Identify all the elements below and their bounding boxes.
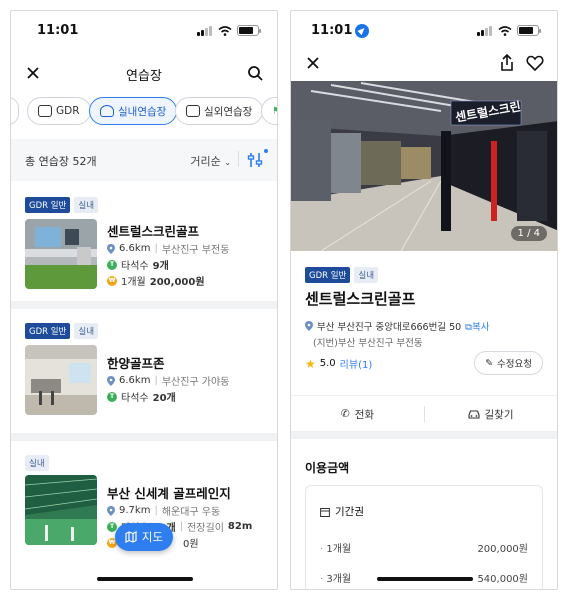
tee-icon: T xyxy=(107,391,117,402)
indoor-badge: 실내 xyxy=(74,323,99,339)
edit-request-button[interactable]: ✎ 수정요청 xyxy=(474,351,543,375)
list-item[interactable]: GDR 일반 실내 센트럴스크린골프 6.6km | 부산진구 부전동 T 타석수 9… xyxy=(11,181,277,301)
chip-partial[interactable] xyxy=(11,97,19,125)
sort-dropdown[interactable]: 거리순 ⌄ xyxy=(190,153,231,169)
phone-icon: ✆ xyxy=(340,408,350,420)
list-screen: 11:01 연습장 GDR 실내연습장 실외연습장 ⚑ 총 연습장 52개 xyxy=(10,10,278,590)
share-icon[interactable] xyxy=(497,53,517,73)
facility-name: 한양골프존 xyxy=(107,356,165,371)
indoor-badge: 실내 xyxy=(25,455,49,471)
search-icon[interactable] xyxy=(245,63,265,83)
type-badge: GDR 일반 xyxy=(25,323,71,339)
signal-icon xyxy=(477,25,493,36)
location-arrow-icon xyxy=(355,23,370,38)
wifi-icon xyxy=(218,25,232,36)
chip-partial-right[interactable]: ⚑ xyxy=(261,97,277,125)
list-item[interactable]: 실내 부산 신세계 골프레인지 9.7km|해운대구 우동 T 타석수60개 |… xyxy=(11,441,277,589)
section-title: 이용금액 xyxy=(305,461,350,475)
filter-icon[interactable] xyxy=(245,150,265,170)
heart-icon[interactable] xyxy=(525,53,545,73)
pass-title: 기간권 xyxy=(335,506,364,518)
chip-indoor[interactable]: 실내연습장 xyxy=(89,97,178,125)
location-pin-icon xyxy=(107,243,115,254)
action-bar: ✆ 전화 길찾기 xyxy=(291,395,557,431)
directions-button[interactable]: 길찾기 xyxy=(424,396,557,432)
jibun-address: (지번)부산 부산진구 부전동 xyxy=(313,338,423,349)
status-bar: 11:01 xyxy=(11,11,277,49)
location-pin-icon xyxy=(107,375,115,386)
nav-bar xyxy=(291,49,557,81)
page-title: 연습장 xyxy=(126,69,162,84)
golfer-icon xyxy=(100,105,114,117)
filter-active-dot xyxy=(264,149,268,153)
battery-icon xyxy=(237,25,261,36)
total-count: 총 연습장 52개 xyxy=(25,155,97,168)
location-pin-icon xyxy=(107,505,115,516)
photo-counter: 1 / 4 xyxy=(510,226,547,241)
type-badge: GDR 일반 xyxy=(305,267,351,283)
signal-icon xyxy=(197,25,213,36)
review-link[interactable]: 리뷰(1) xyxy=(340,356,373,371)
type-badge: GDR 일반 xyxy=(25,197,71,213)
chevron-down-icon: ⌄ xyxy=(224,158,231,167)
tee-icon: T xyxy=(107,259,117,270)
chip-gdr[interactable]: GDR xyxy=(27,97,91,125)
copy-button[interactable]: ⧉복사 xyxy=(465,319,489,333)
facility-title: 센트럴스크린골프 xyxy=(305,290,416,308)
facility-name: 센트럴스크린골프 xyxy=(107,224,200,239)
home-indicator xyxy=(377,577,473,581)
map-button[interactable]: 지도 xyxy=(115,523,173,551)
photo-carousel[interactable]: 센트럴스크린 1 / 4 xyxy=(291,81,557,251)
list-item[interactable]: GDR 일반 실내 한양골프존 6.6km | 부산진구 가야동 T 타석수 20개 xyxy=(11,309,277,433)
status-time: 11:01 xyxy=(37,23,79,38)
battery-icon xyxy=(517,25,541,36)
address: 부산 부산진구 중앙대로666번길 50 xyxy=(317,322,462,333)
thumbnail-image xyxy=(25,345,97,415)
thumbnail-image xyxy=(25,475,97,545)
car-icon xyxy=(467,410,480,419)
calendar-icon xyxy=(320,507,330,517)
screen-icon xyxy=(38,105,52,117)
category-chips: GDR 실내연습장 실외연습장 ⚑ xyxy=(11,97,277,127)
copy-icon: ⧉ xyxy=(465,322,472,333)
close-icon[interactable] xyxy=(303,53,323,73)
chip-outdoor[interactable]: 실외연습장 xyxy=(175,97,264,125)
indoor-badge: 실내 xyxy=(74,197,99,213)
status-bar: 11:01 xyxy=(291,11,557,49)
nav-bar: 연습장 xyxy=(11,51,277,95)
price-icon: ₩ xyxy=(107,275,117,286)
flag-icon: ⚑ xyxy=(272,106,277,117)
price-row: 1개월 200,000원 xyxy=(320,540,528,555)
indoor-badge: 실내 xyxy=(354,267,379,283)
star-icon: ★ xyxy=(305,356,316,371)
call-button[interactable]: ✆ 전화 xyxy=(291,396,424,432)
price-box: 기간권 1개월 200,000원 3개월 540,000원 xyxy=(305,485,543,589)
pencil-icon: ✎ xyxy=(485,357,494,369)
status-time: 11:01 xyxy=(311,23,353,38)
detail-screen: 11:01 센트럴스크린 1 / 4 GDR 일반 실내 센트럴스크린골프 부산… xyxy=(290,10,558,590)
wifi-icon xyxy=(498,25,512,36)
sort-bar: 총 연습장 52개 거리순 ⌄ xyxy=(11,139,277,181)
rating-value: 5.0 xyxy=(319,358,336,369)
location-pin-icon xyxy=(305,321,313,331)
facility-name: 부산 신세계 골프레인지 xyxy=(107,486,231,501)
thumbnail-image xyxy=(25,219,97,289)
range-icon xyxy=(186,105,200,117)
home-indicator xyxy=(97,577,193,581)
map-icon xyxy=(125,531,137,543)
